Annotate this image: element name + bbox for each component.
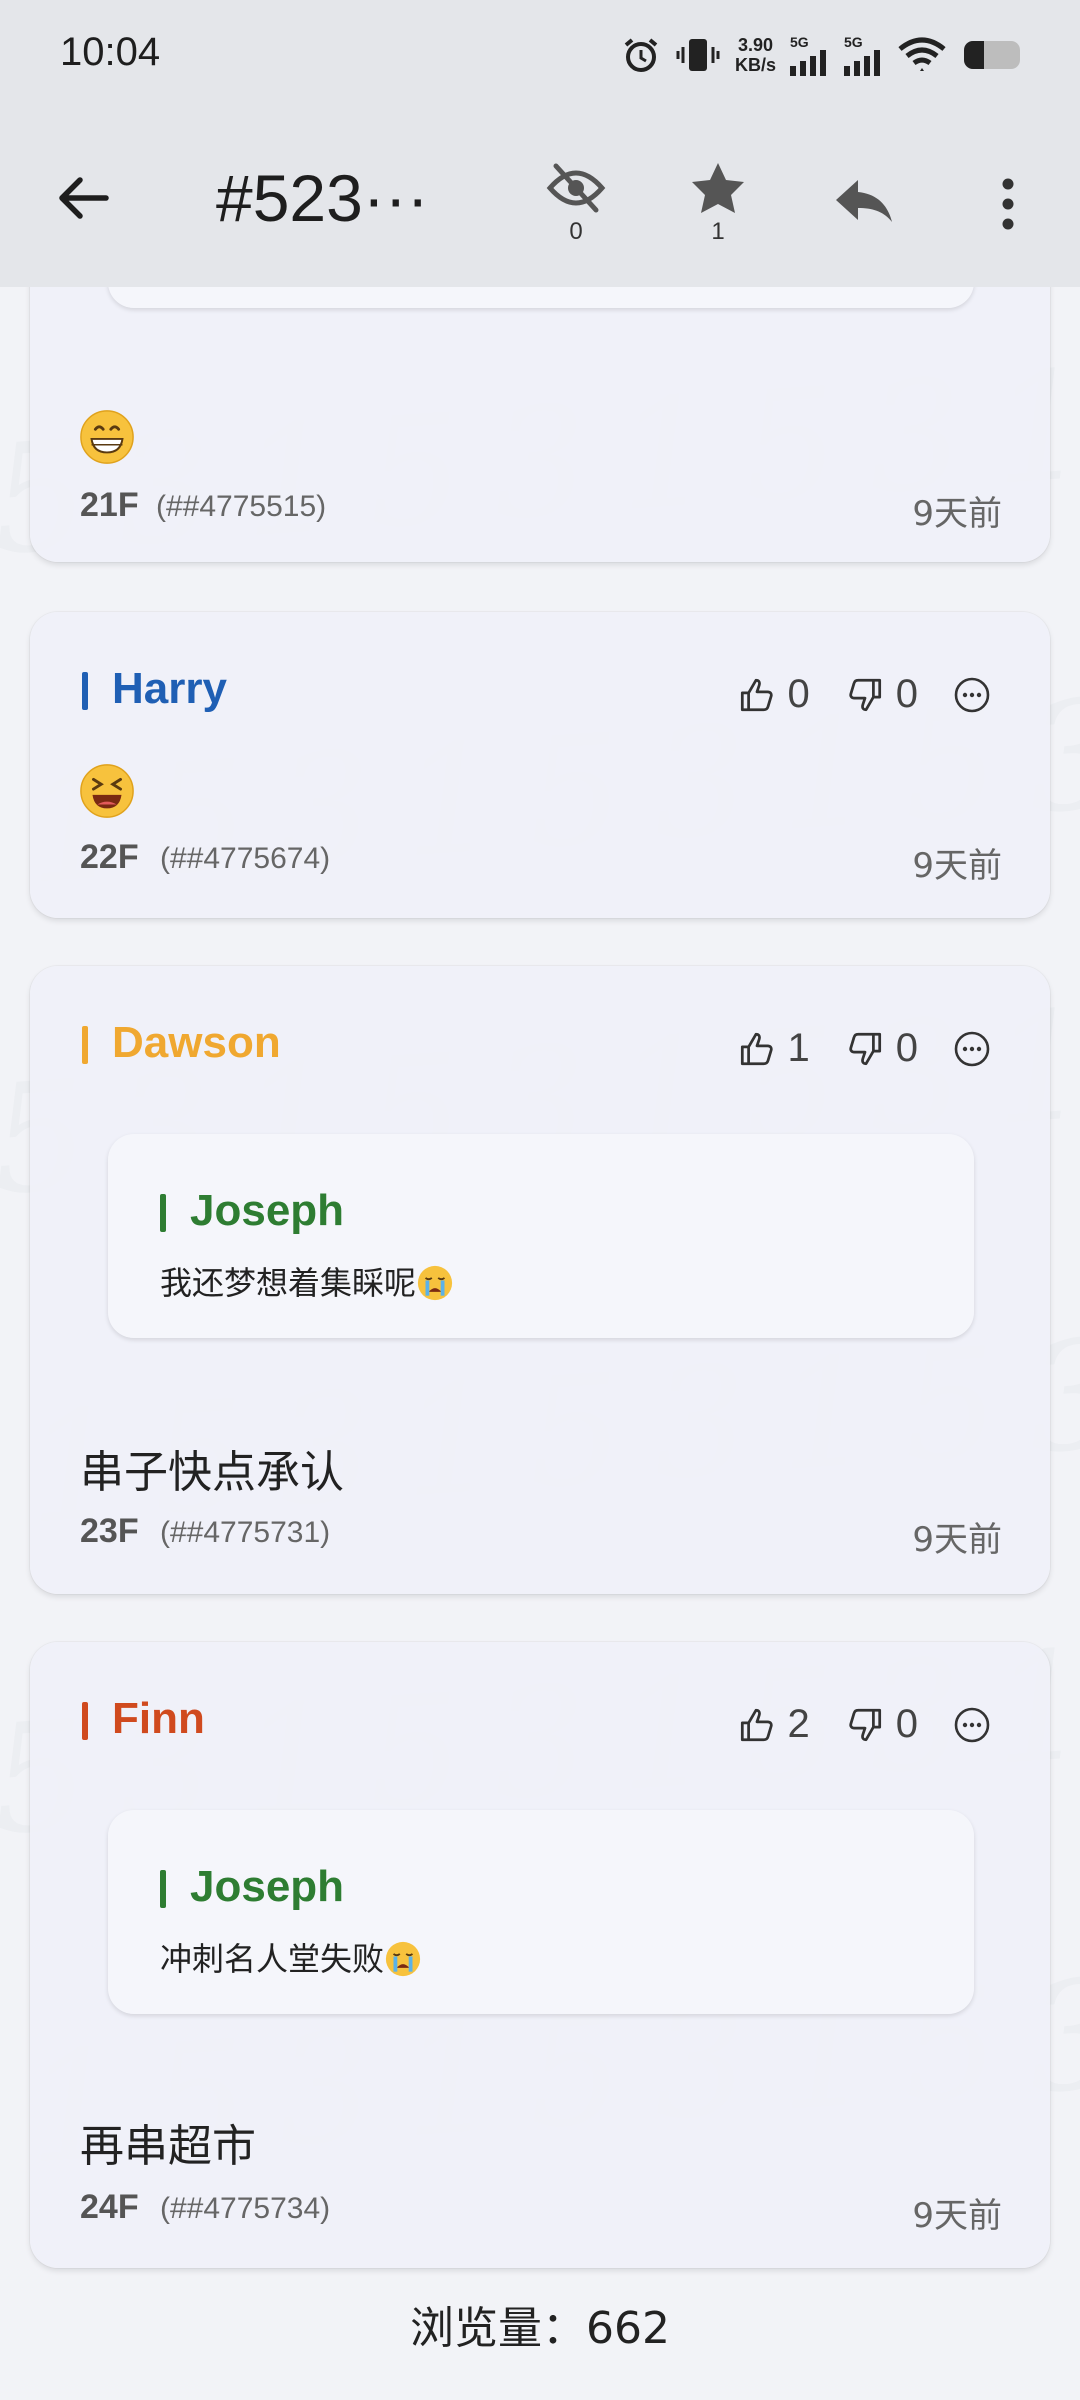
view-count: 浏览量：662 [410, 2303, 670, 2354]
post-id: (##4775734) [160, 2192, 331, 2225]
like-count: 0 [787, 672, 810, 716]
post-card: Dawson 1 0 Joseph 我还梦想着集睬呢 串子快点承认 23F (#… [30, 966, 1050, 1594]
floor-number: 24F [80, 2188, 139, 2226]
app-bar: 10:04 3.90 KB/s 5G 5G #523··· 0 1 [0, 0, 1080, 287]
like-count: 2 [787, 1702, 810, 1746]
status-icons: 3.90 KB/s 5G 5G [621, 34, 1024, 76]
post-time: 9天前 [912, 494, 1002, 534]
post-author[interactable]: Finn [82, 1694, 205, 1744]
post-author[interactable]: Harry [82, 664, 227, 714]
wifi-icon [898, 37, 946, 71]
signal-2: 5G [844, 34, 884, 76]
crying-face-icon [417, 1265, 453, 1301]
dislike-button[interactable]: 0 [844, 672, 918, 717]
post-card: 21F (##4775515) 9天前 [30, 130, 1050, 562]
post-author[interactable]: Dawson [82, 1018, 281, 1068]
back-arrow-icon[interactable] [52, 168, 112, 228]
dislike-button[interactable]: 0 [844, 1702, 918, 1747]
like-button[interactable]: 2 [736, 1702, 810, 1747]
vote-bar: 1 0 [736, 1026, 993, 1071]
post-id: (##4775731) [160, 1516, 331, 1549]
like-button[interactable]: 0 [736, 672, 810, 717]
post-text: 再串超市 [80, 2121, 256, 2172]
like-button[interactable]: 1 [736, 1026, 810, 1071]
star-count: 1 [711, 218, 725, 245]
post-card: Harry 0 0 22F (##4775674) 9天前 [30, 612, 1050, 918]
signal-bars-icon [844, 50, 880, 76]
floor-number: 22F [80, 838, 139, 876]
dislike-count: 0 [895, 1026, 918, 1070]
dislike-count: 0 [895, 672, 918, 716]
thumbs-up-icon [740, 1708, 773, 1741]
alarm-icon [624, 38, 658, 72]
thumbs-down-icon [849, 1032, 881, 1065]
star-icon [692, 163, 744, 213]
post-text: 串子快点承认 [80, 1447, 344, 1498]
like-count: 1 [787, 1026, 810, 1070]
floor-number: 21F [80, 486, 139, 524]
thumbs-up-icon [740, 1032, 773, 1065]
post-id: (##4775515) [156, 490, 327, 523]
vibrate-icon [676, 39, 720, 71]
thumbs-down-icon [849, 678, 881, 711]
quote-author: Joseph [160, 1862, 344, 1912]
more-options-icon[interactable] [952, 1705, 992, 1745]
post-time: 9天前 [912, 2196, 1002, 2236]
more-vert-icon[interactable] [990, 174, 1026, 234]
signal-bars-icon [790, 50, 826, 76]
vote-bar: 2 0 [736, 1702, 993, 1747]
quote-text: 冲刺名人堂失败 [160, 1934, 422, 1980]
quote-box[interactable]: Joseph 冲刺名人堂失败 [108, 1810, 974, 2014]
dislike-count: 0 [895, 1702, 918, 1746]
hide-button[interactable]: 0 [531, 160, 621, 250]
quote-text: 我还梦想着集睬呢 [160, 1258, 454, 1304]
dislike-button[interactable]: 0 [844, 1026, 918, 1071]
thread-title: #523··· [216, 161, 429, 235]
signal-1: 5G [790, 34, 830, 76]
quote-author: Joseph [160, 1186, 344, 1236]
laughing-face-icon [80, 764, 134, 818]
network-speed: 3.90 KB/s [734, 35, 776, 75]
status-time: 10:04 [60, 30, 161, 74]
post-time: 9天前 [912, 1520, 1002, 1560]
quote-box[interactable]: Joseph 我还梦想着集睬呢 [108, 1134, 974, 1338]
post-card: Finn 2 0 Joseph 冲刺名人堂失败 再串超市 24F (##4775… [30, 1642, 1050, 2268]
post-time: 9天前 [912, 846, 1002, 886]
floor-number: 23F [80, 1512, 139, 1550]
thumbs-down-icon [849, 1708, 881, 1741]
grin-face-icon [80, 410, 134, 464]
more-options-icon[interactable] [952, 675, 992, 715]
vote-bar: 0 0 [736, 672, 993, 717]
battery-icon [964, 41, 1020, 69]
hide-count: 0 [569, 218, 583, 245]
crying-face-icon [385, 1941, 421, 1977]
reply-icon[interactable] [834, 176, 894, 226]
eye-off-icon [546, 163, 606, 213]
favorite-button[interactable]: 1 [673, 160, 763, 250]
more-options-icon[interactable] [952, 1029, 992, 1069]
post-id: (##4775674) [160, 842, 331, 875]
thumbs-up-icon [740, 678, 773, 711]
